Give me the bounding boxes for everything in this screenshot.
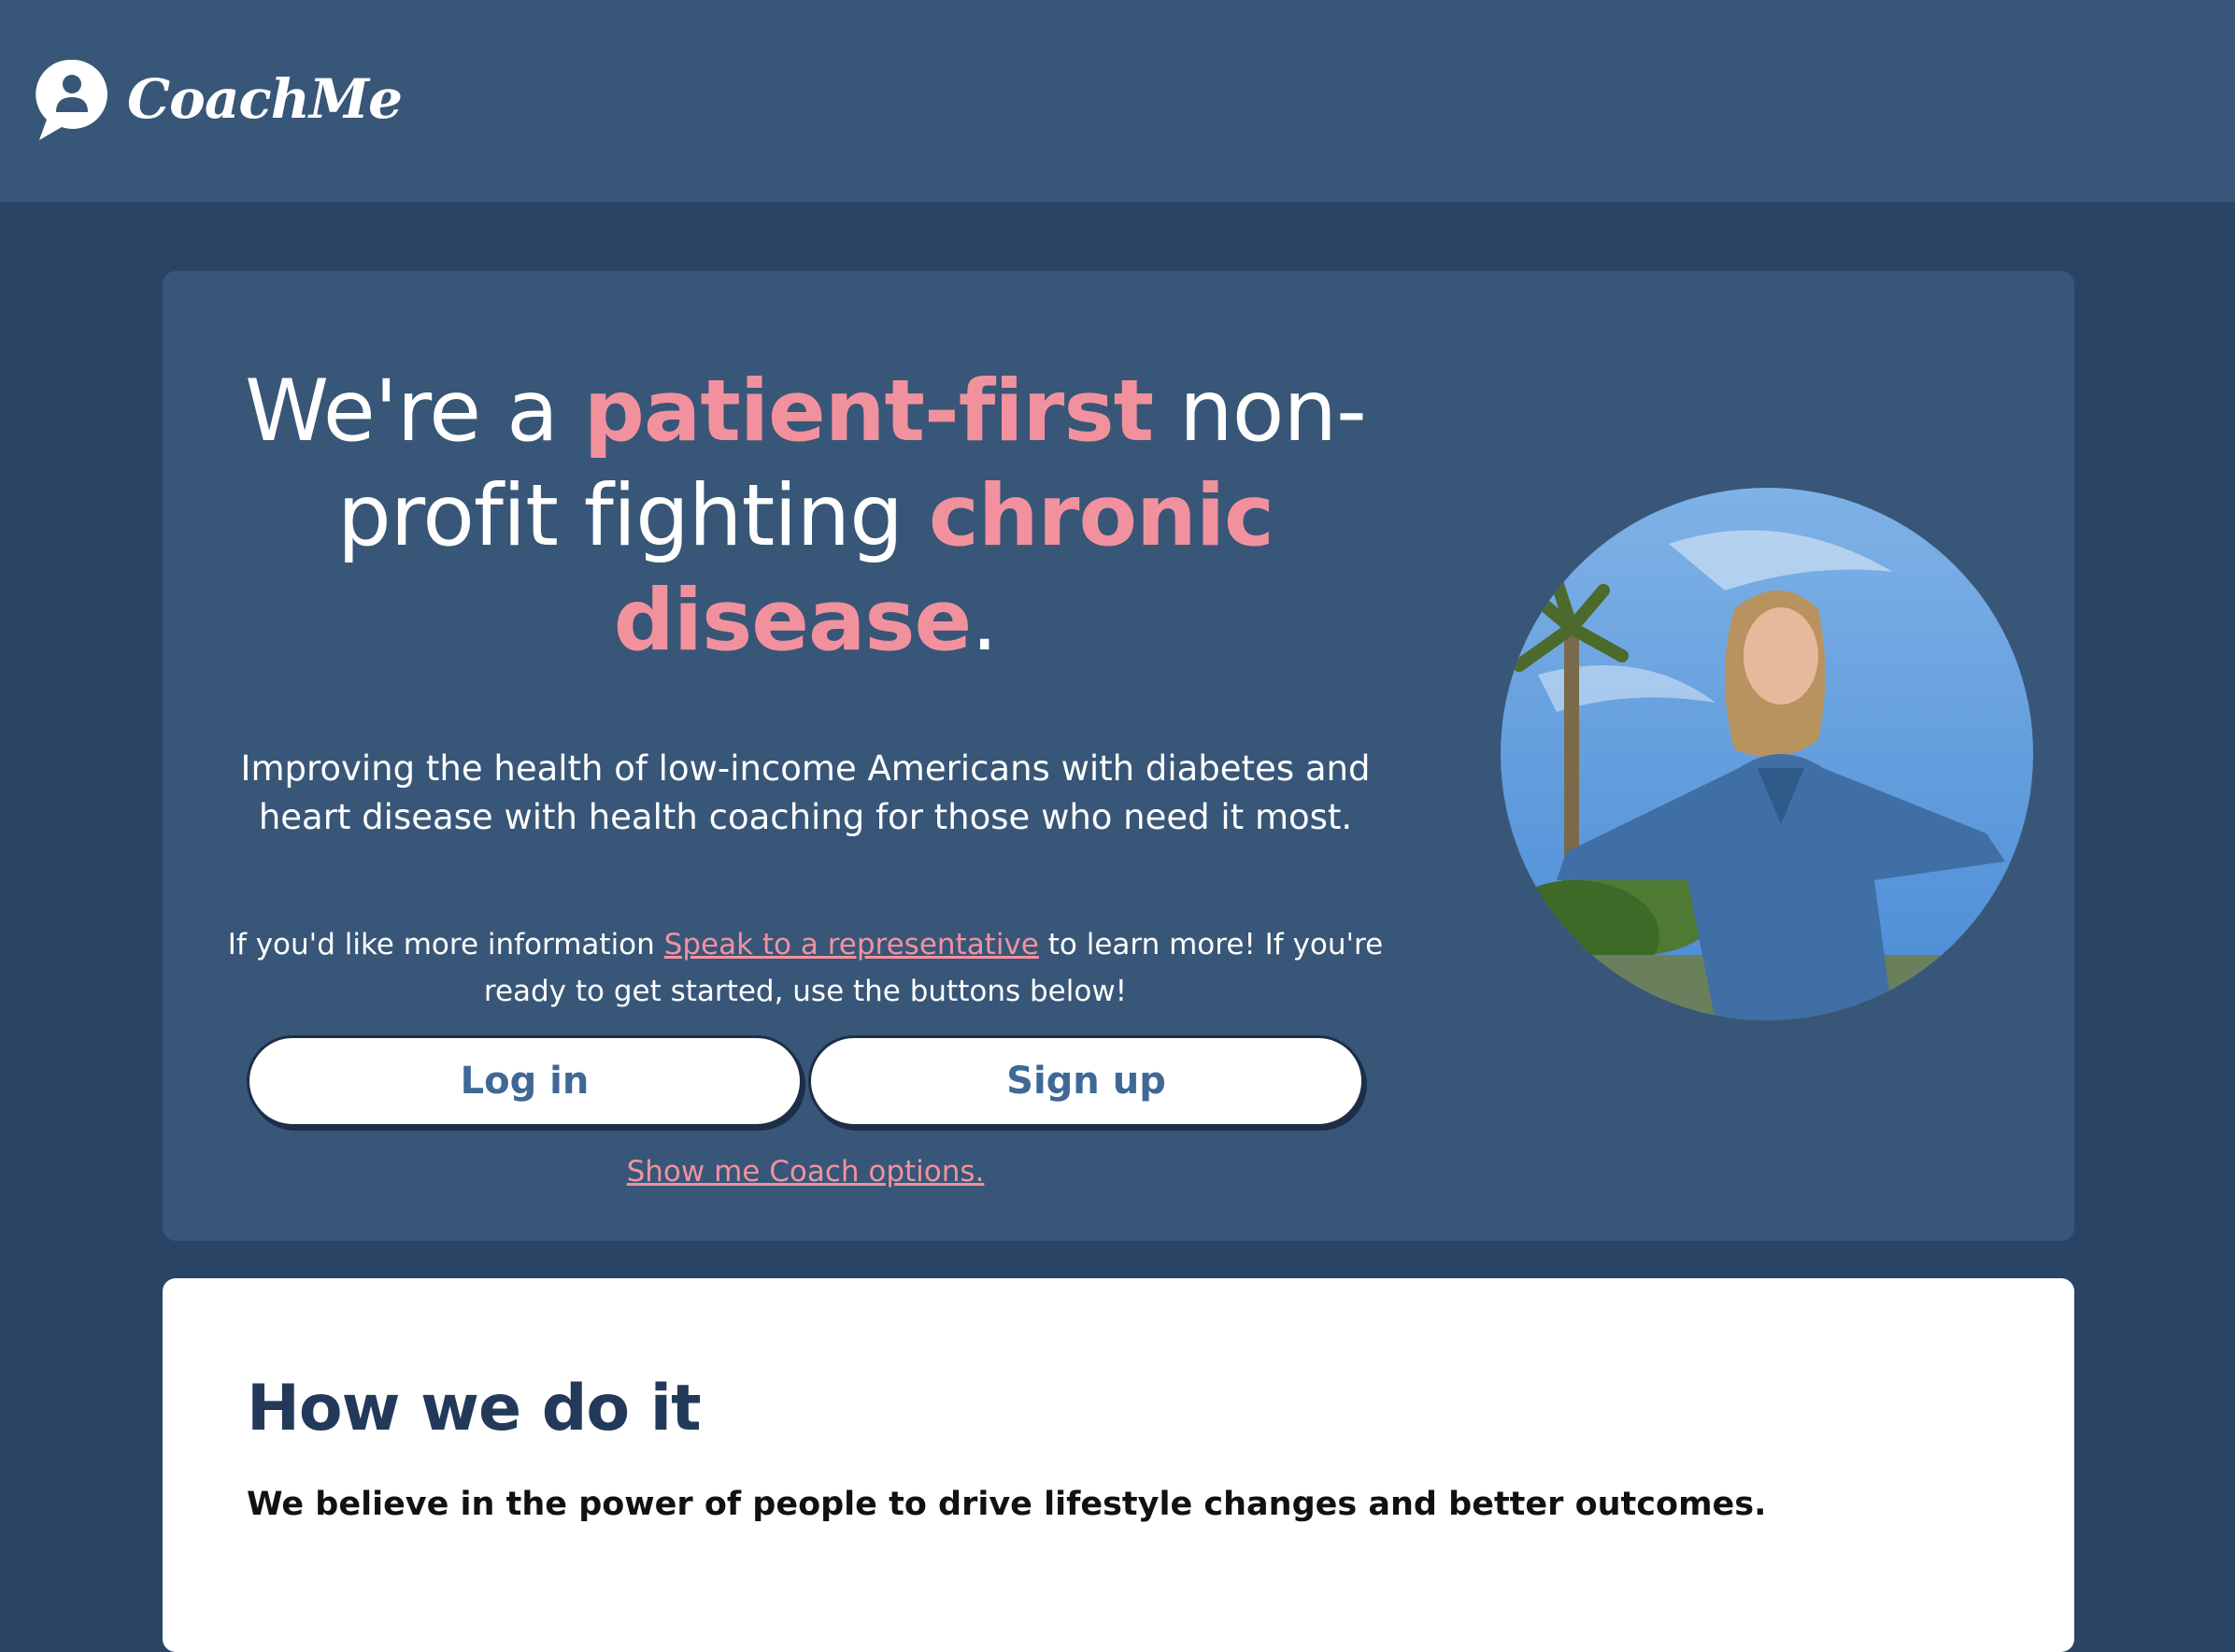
how-we-do-it-section: How we do it We believe in the power of … bbox=[163, 1278, 2074, 1652]
chat-bubble-person-icon bbox=[36, 59, 107, 141]
headline-highlight-patient-first: patient-first bbox=[583, 363, 1154, 461]
section-title: How we do it bbox=[247, 1372, 702, 1446]
brand-logo[interactable]: CoachMe bbox=[34, 56, 403, 142]
hero-content: We're a patient-first non-profit fightin… bbox=[200, 271, 1411, 1189]
info-text-before: If you'd like more information bbox=[227, 928, 664, 961]
hero-panel: We're a patient-first non-profit fightin… bbox=[163, 271, 2074, 1241]
signup-button[interactable]: Sign up bbox=[808, 1035, 1364, 1127]
brand-name: CoachMe bbox=[127, 67, 403, 131]
hero-info-text: If you'd like more information Speak to … bbox=[200, 921, 1411, 1015]
section-lead-text: We believe in the power of people to dri… bbox=[247, 1486, 1767, 1523]
speak-to-representative-link[interactable]: Speak to a representative bbox=[664, 928, 1039, 961]
hero-headline: We're a patient-first non-profit fightin… bbox=[200, 360, 1411, 674]
hero-subheading: Improving the health of low-income Ameri… bbox=[240, 748, 1371, 837]
coach-options-link[interactable]: Show me Coach options. bbox=[627, 1155, 985, 1189]
woman-palm-trees-photo bbox=[1501, 488, 2033, 1020]
headline-text-1: We're a bbox=[245, 363, 584, 461]
login-button[interactable]: Log in bbox=[247, 1035, 803, 1127]
auth-buttons: Log in Sign up bbox=[200, 1035, 1411, 1127]
headline-text-3: . bbox=[971, 572, 998, 670]
top-navbar: CoachMe bbox=[0, 0, 2235, 202]
hero-photo bbox=[1501, 488, 2033, 1020]
